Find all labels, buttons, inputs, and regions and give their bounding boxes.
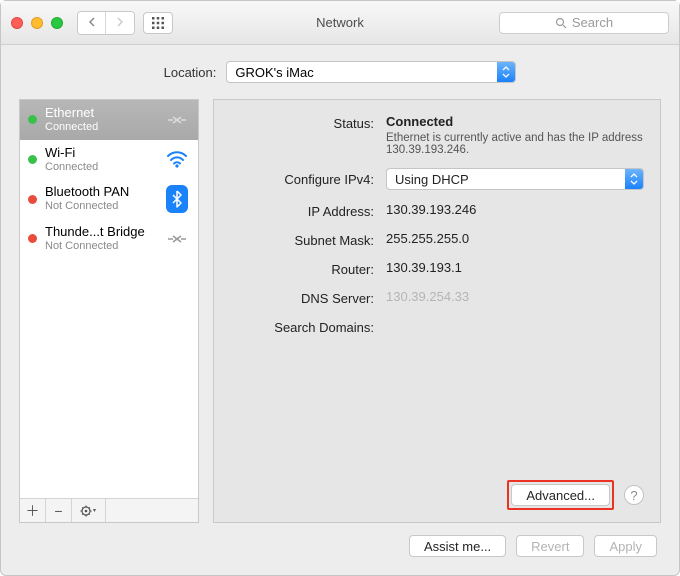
- service-name: Ethernet: [45, 106, 156, 121]
- service-status: Connected: [45, 161, 156, 174]
- router-label: Router:: [224, 260, 374, 277]
- detail-footer: Advanced... ?: [224, 480, 644, 510]
- location-label: Location:: [164, 65, 217, 80]
- router-value: 130.39.193.1: [386, 260, 644, 275]
- body-row: EthernetConnectedWi-FiConnectedBluetooth…: [19, 99, 661, 523]
- ip-address-label: IP Address:: [224, 202, 374, 219]
- chevron-updown-icon: [625, 169, 643, 189]
- chevron-updown-icon: [497, 62, 515, 82]
- assist-me-button[interactable]: Assist me...: [409, 535, 506, 557]
- service-name: Bluetooth PAN: [45, 185, 156, 200]
- add-service-button[interactable]: ＋: [20, 499, 46, 522]
- location-select[interactable]: GROK's iMac: [226, 61, 516, 83]
- status-value: Connected: [386, 114, 644, 129]
- status-dot-icon: [28, 195, 37, 204]
- revert-button[interactable]: Revert: [516, 535, 584, 557]
- advanced-highlight: Advanced...: [507, 480, 614, 510]
- ip-address-value: 130.39.193.246: [386, 202, 644, 217]
- titlebar: Network Search: [1, 1, 679, 45]
- back-button[interactable]: [78, 12, 106, 34]
- status-dot-icon: [28, 115, 37, 124]
- service-status: Not Connected: [45, 200, 156, 213]
- service-name: Thunde...t Bridge: [45, 225, 156, 240]
- subnet-mask-value: 255.255.255.0: [386, 231, 644, 246]
- detail-form: Status: Connected Ethernet is currently …: [224, 114, 644, 335]
- service-item-text: EthernetConnected: [45, 106, 156, 134]
- status-dot-icon: [28, 155, 37, 164]
- nav-back-forward: [77, 11, 135, 35]
- configure-ipv4-label: Configure IPv4:: [224, 168, 374, 187]
- thunderbolt-icon: [164, 231, 190, 247]
- service-item-text: Wi-FiConnected: [45, 146, 156, 174]
- minimize-icon[interactable]: [31, 17, 43, 29]
- window-controls: [11, 17, 63, 29]
- location-value: GROK's iMac: [227, 65, 321, 80]
- configure-ipv4-value: Using DHCP: [387, 172, 477, 187]
- gear-icon: [80, 505, 98, 517]
- ethernet-icon: [164, 112, 190, 128]
- show-all-button[interactable]: [143, 12, 173, 34]
- service-item-bluetooth-pan[interactable]: Bluetooth PANNot Connected: [20, 179, 198, 219]
- advanced-button[interactable]: Advanced...: [511, 484, 610, 506]
- network-preferences-window: Network Search Location: GROK's iMac Eth…: [0, 0, 680, 576]
- status-dot-icon: [28, 234, 37, 243]
- content-area: Location: GROK's iMac EthernetConnectedW…: [1, 45, 679, 575]
- service-status: Not Connected: [45, 240, 156, 253]
- service-name: Wi-Fi: [45, 146, 156, 161]
- status-value-block: Connected Ethernet is currently active a…: [386, 114, 644, 156]
- search-placeholder: Search: [572, 15, 613, 30]
- services-sidebar: EthernetConnectedWi-FiConnectedBluetooth…: [19, 99, 199, 523]
- service-item-wi-fi[interactable]: Wi-FiConnected: [20, 140, 198, 180]
- apply-button[interactable]: Apply: [594, 535, 657, 557]
- service-status: Connected: [45, 121, 156, 134]
- location-row: Location: GROK's iMac: [19, 61, 661, 83]
- dns-server-label: DNS Server:: [224, 289, 374, 306]
- help-button[interactable]: ?: [624, 485, 644, 505]
- status-subtext: Ethernet is currently active and has the…: [386, 132, 644, 156]
- window-footer: Assist me... Revert Apply: [19, 535, 661, 561]
- sidebar-footer: ＋ −: [20, 498, 198, 522]
- service-detail-panel: Status: Connected Ethernet is currently …: [213, 99, 661, 523]
- service-actions-button[interactable]: [72, 499, 106, 522]
- subnet-mask-label: Subnet Mask:: [224, 231, 374, 248]
- status-label: Status:: [224, 114, 374, 131]
- bluetooth-icon: [164, 185, 190, 213]
- search-icon: [555, 17, 567, 29]
- search-field[interactable]: Search: [499, 12, 669, 34]
- service-item-thunde-t-bridge[interactable]: Thunde...t BridgeNot Connected: [20, 219, 198, 259]
- dns-server-value: 130.39.254.33: [386, 289, 644, 304]
- forward-button[interactable]: [106, 12, 134, 34]
- wifi-icon: [164, 150, 190, 168]
- zoom-icon[interactable]: [51, 17, 63, 29]
- configure-ipv4-value-wrap: Using DHCP: [386, 168, 644, 190]
- services-list: EthernetConnectedWi-FiConnectedBluetooth…: [20, 100, 198, 498]
- search-domains-label: Search Domains:: [224, 318, 374, 335]
- service-item-text: Thunde...t BridgeNot Connected: [45, 225, 156, 253]
- service-item-text: Bluetooth PANNot Connected: [45, 185, 156, 213]
- service-item-ethernet[interactable]: EthernetConnected: [20, 100, 198, 140]
- configure-ipv4-select[interactable]: Using DHCP: [386, 168, 644, 190]
- remove-service-button[interactable]: −: [46, 499, 72, 522]
- close-icon[interactable]: [11, 17, 23, 29]
